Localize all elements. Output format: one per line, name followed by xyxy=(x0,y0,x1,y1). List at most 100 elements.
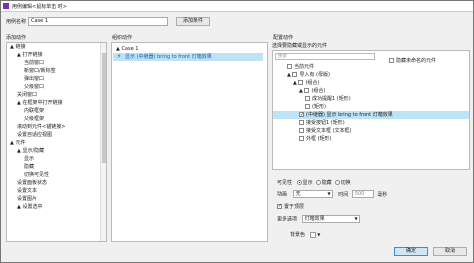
add-action-item[interactable]: 切换可见性 xyxy=(7,171,106,179)
radio-icon[interactable] xyxy=(334,180,340,185)
add-action-item[interactable]: 内联框架 xyxy=(7,107,106,115)
add-action-title: 添加动作 xyxy=(6,35,27,41)
add-action-item[interactable]: 父级框架 xyxy=(7,115,106,123)
animate-select[interactable]: 无 ▼ xyxy=(292,190,333,198)
add-action-label: 父级窗口 xyxy=(24,84,45,90)
ok-button[interactable]: 确定 xyxy=(394,247,428,256)
widget-label: 外框 (矩形) xyxy=(306,136,332,142)
widget-tree-item[interactable]: ▲ 导入有 (母版) xyxy=(273,71,469,79)
visibility-option[interactable]: 切换 xyxy=(332,180,351,186)
case-label: Case 1 xyxy=(121,46,139,52)
widget-tree-item[interactable]: (矩形) xyxy=(273,103,469,111)
lightning-icon: ⚡ xyxy=(117,53,122,60)
add-action-item[interactable]: 隐藏 xyxy=(7,163,106,171)
bg-color-label: 背景色 xyxy=(290,232,306,238)
organize-action-panel: ▲ Case 1 ⚡ 显示 (中继器) bring to front 灯箱效果 xyxy=(111,42,268,242)
add-action-item[interactable]: ▲ 打开链接 xyxy=(7,51,106,59)
widget-checkbox[interactable] xyxy=(304,88,310,93)
more-options-label: 更多选项 xyxy=(277,216,298,223)
widget-checkbox[interactable] xyxy=(305,96,310,101)
widget-checkbox[interactable] xyxy=(299,136,304,141)
add-action-item[interactable]: 滚动到元件<锚链接> xyxy=(7,123,106,131)
chevron-down-icon[interactable]: ▼ xyxy=(317,232,320,237)
add-action-label: 切换可见性 xyxy=(24,172,50,178)
action-item[interactable]: ⚡ 显示 (中继器) bring to front 灯箱效果 xyxy=(113,53,263,61)
more-options-row: 更多选项 灯箱效果 ▼ xyxy=(277,215,360,223)
widget-tree: 搜索 当前元件 ▲ 导入有 (母版) ▲ (组合) ▲ (组合) 成功提醒1 (矩形)(… xyxy=(272,50,470,170)
widget-tree-item[interactable]: 接受按钮1 (矩形) xyxy=(273,119,469,127)
add-action-item[interactable]: 关闭窗口 xyxy=(7,91,106,99)
add-action-label: 元件 xyxy=(15,140,26,146)
radio-icon[interactable] xyxy=(315,180,321,185)
add-action-label: 隐藏 xyxy=(24,164,35,170)
add-action-item[interactable]: 显示 xyxy=(7,155,106,163)
widget-tree-item[interactable]: 外框 (矩形) xyxy=(273,135,469,143)
organize-action-title: 组织动作 xyxy=(112,35,133,41)
animate-row: 动画 无 ▼ 时间 500 毫秒 xyxy=(277,190,387,198)
add-action-label: 链接 xyxy=(15,44,26,50)
hide-unnamed-option[interactable]: 隐藏未命名的元件 xyxy=(389,57,436,64)
widget-checkbox[interactable] xyxy=(287,64,292,69)
visibility-option[interactable]: 隐藏 xyxy=(313,180,332,186)
widget-tree-item[interactable]: 当前元件 xyxy=(273,63,469,71)
app-icon xyxy=(3,3,9,9)
add-action-item[interactable]: ▲ 显示/隐藏 xyxy=(7,147,106,155)
bg-color-swatch[interactable] xyxy=(309,231,316,238)
time-input[interactable]: 500 xyxy=(351,190,374,198)
visibility-label: 可见性 xyxy=(277,180,293,186)
add-condition-button[interactable]: 添加条件 xyxy=(176,17,211,26)
case-name-input[interactable]: Case 1 xyxy=(28,17,168,26)
configure-action-panel: 选择要隐藏或显示的元件 搜索 当前元件 ▲ 导入有 (母版) ▲ (组合) ▲ (组合… xyxy=(272,42,470,172)
add-action-item[interactable]: 设置自适应视图 xyxy=(7,131,106,139)
ms-label: 毫秒 xyxy=(377,191,388,198)
hide-unnamed-checkbox[interactable] xyxy=(389,58,394,63)
add-action-item[interactable]: ▲ 在框架中打开链接 xyxy=(7,99,106,107)
add-action-item[interactable]: 设置图片 xyxy=(7,195,106,203)
search-input[interactable]: 搜索 xyxy=(275,53,375,60)
add-action-item[interactable]: 新窗口/新标签 xyxy=(7,67,106,75)
add-action-label: 打开链接 xyxy=(22,52,43,58)
case-editor-window: 用例编辑<鼠标单击 时> 用例名称 Case 1 添加条件 添加动作 组织动作 … xyxy=(0,0,474,263)
add-action-item[interactable]: ▲ 设置选中 xyxy=(7,203,106,211)
widget-checkbox[interactable] xyxy=(305,104,310,109)
chevron-down-icon: ▼ xyxy=(327,191,331,196)
case-item[interactable]: ▲ Case 1 xyxy=(116,45,138,53)
add-action-item[interactable]: 设置文本 xyxy=(7,187,106,195)
bring-to-front-option[interactable]: 置于顶层 xyxy=(277,203,304,210)
cancel-button[interactable]: 取消 xyxy=(433,247,467,256)
widget-checkbox[interactable] xyxy=(299,120,304,125)
widget-checkbox[interactable] xyxy=(292,72,298,77)
bring-to-front-checkbox[interactable] xyxy=(277,203,282,209)
widget-tree-item[interactable]: 接受文本框 (文本框) xyxy=(273,127,469,135)
add-action-label: 弹出窗口 xyxy=(24,76,45,82)
add-action-item[interactable]: 弹出窗口 xyxy=(7,75,106,83)
action-text: 显示 (中继器) bring to front 灯箱效果 xyxy=(125,54,212,60)
add-action-label: 设置图片 xyxy=(17,196,38,202)
add-action-label: 设置文本 xyxy=(17,188,38,194)
widget-tree-item[interactable]: ▲ (组合) xyxy=(273,79,469,87)
widget-checkbox[interactable] xyxy=(299,111,304,119)
widget-tree-item[interactable]: ▲ (组合) xyxy=(273,87,469,95)
widget-label: 接受文本框 (文本框) xyxy=(306,128,352,134)
widget-tree-item[interactable]: 成功提醒1 (矩形) xyxy=(273,95,469,103)
widget-label: (组合) xyxy=(305,80,320,86)
widget-checkbox[interactable] xyxy=(298,80,304,85)
more-options-select[interactable]: 灯箱效果 ▼ xyxy=(301,215,360,223)
visibility-option[interactable]: 显示 xyxy=(294,180,313,186)
radio-icon[interactable] xyxy=(296,180,302,185)
time-label: 时间 xyxy=(338,191,349,198)
add-action-item[interactable]: 父级窗口 xyxy=(7,83,106,91)
add-action-label: 在框架中打开链接 xyxy=(22,100,63,106)
title-bar: 用例编辑<鼠标单击 时> xyxy=(1,1,473,12)
widget-label: 成功提醒1 (矩形) xyxy=(312,96,351,102)
case-name-label: 用例名称 xyxy=(6,19,27,25)
add-action-item[interactable]: ▲ 元件 xyxy=(7,139,106,147)
window-title: 用例编辑<鼠标单击 时> xyxy=(12,3,67,10)
widget-checkbox[interactable] xyxy=(299,128,304,133)
widget-tree-item[interactable]: (中继器) 显示 bring to front 灯箱效果 xyxy=(273,111,469,119)
add-action-item[interactable]: 当前窗口 xyxy=(7,59,106,67)
select-widget-title: 选择要隐藏或显示的元件 xyxy=(272,43,328,49)
add-action-item[interactable]: ▲ 链接 xyxy=(7,43,106,51)
add-action-item[interactable]: 设置面板状态 xyxy=(7,179,106,187)
chevron-down-icon: ▼ xyxy=(354,216,358,221)
